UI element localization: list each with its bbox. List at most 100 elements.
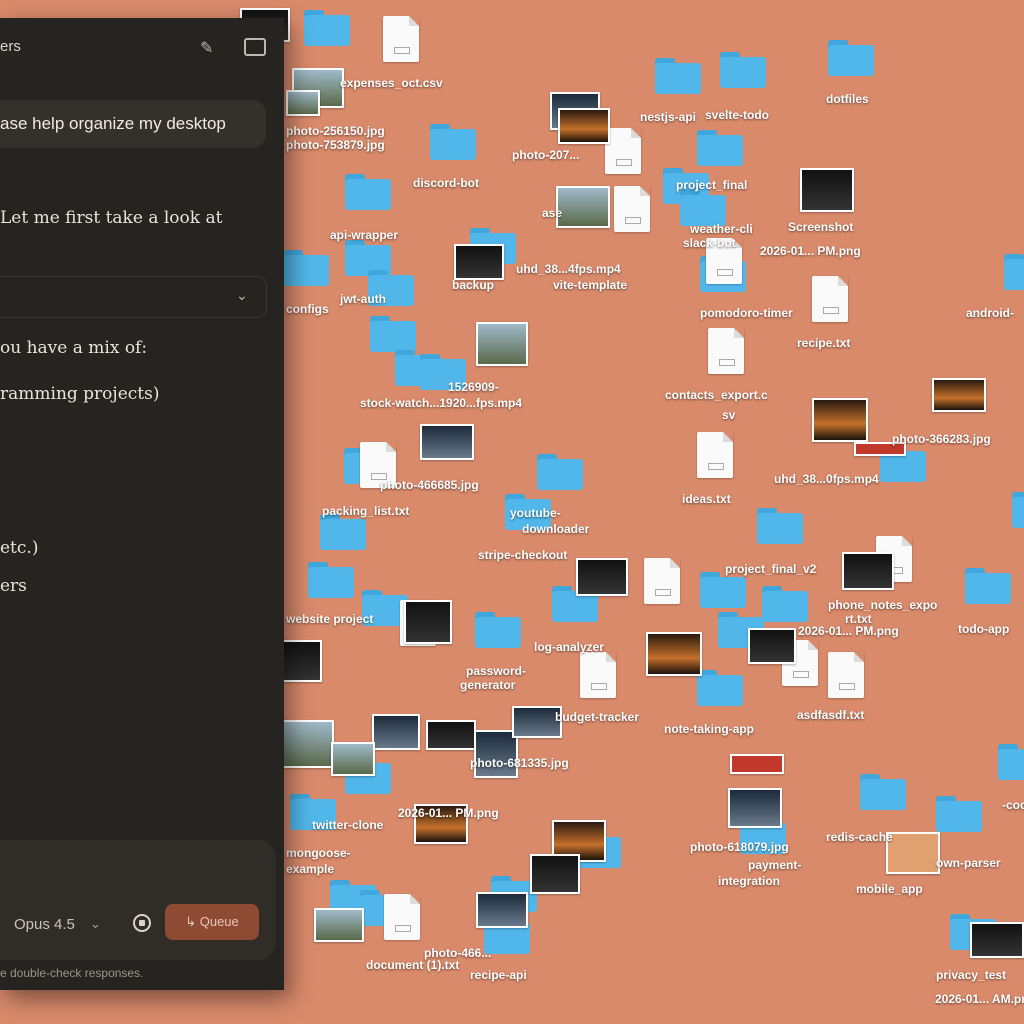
image-thumbnail-icon[interactable] bbox=[748, 628, 796, 664]
chevron-down-icon[interactable]: ⌄ bbox=[236, 287, 248, 304]
desktop-item-label[interactable]: stock-watch...1920...fps.mp4 bbox=[360, 396, 522, 410]
desktop-item-label[interactable]: generator bbox=[460, 678, 515, 692]
desktop-item-label[interactable]: mongoose- bbox=[286, 846, 351, 860]
image-thumbnail-icon[interactable] bbox=[728, 788, 782, 828]
desktop-item-label[interactable]: 2026-01... PM.png bbox=[760, 244, 861, 258]
image-thumbnail-icon[interactable] bbox=[886, 832, 940, 874]
desktop-item-label[interactable]: note-taking-app bbox=[664, 722, 754, 736]
desktop-item-label[interactable]: sv bbox=[722, 408, 735, 422]
desktop-item-label[interactable]: configs bbox=[286, 302, 329, 316]
folder-icon[interactable] bbox=[475, 612, 521, 648]
folder-icon[interactable] bbox=[762, 586, 808, 622]
folder-icon[interactable] bbox=[345, 174, 391, 210]
image-thumbnail-icon[interactable] bbox=[842, 552, 894, 590]
desktop-item-label[interactable]: 2026-01... AM.png bbox=[935, 992, 1024, 1006]
desktop-item-label[interactable]: stripe-checkout bbox=[478, 548, 567, 562]
desktop-item-label[interactable]: api-wrapper bbox=[330, 228, 398, 242]
text-file-icon[interactable] bbox=[708, 328, 744, 374]
folder-icon[interactable] bbox=[430, 124, 476, 160]
desktop-item-label[interactable]: budget-tracker bbox=[555, 710, 639, 724]
folder-icon[interactable] bbox=[965, 568, 1011, 604]
folder-icon[interactable] bbox=[828, 40, 874, 76]
desktop-item-label[interactable]: backup bbox=[452, 278, 494, 292]
desktop-item-label[interactable]: recipe-api bbox=[470, 968, 527, 982]
desktop-item-label[interactable]: discord-bot bbox=[413, 176, 479, 190]
desktop-item-label[interactable]: example bbox=[286, 862, 334, 876]
model-selector[interactable]: Opus 4.5 bbox=[14, 916, 75, 933]
desktop-item-label[interactable]: password- bbox=[466, 664, 526, 678]
folder-icon[interactable] bbox=[370, 316, 416, 352]
image-thumbnail-icon[interactable] bbox=[286, 90, 320, 116]
text-file-icon[interactable] bbox=[828, 652, 864, 698]
folder-icon[interactable] bbox=[697, 130, 743, 166]
composer[interactable]: Opus 4.5 ⌄ ↳ Queue bbox=[0, 840, 276, 960]
folder-icon[interactable] bbox=[1004, 254, 1024, 290]
folder-icon[interactable] bbox=[757, 508, 803, 544]
desktop-item-label[interactable]: photo-256150.jpg bbox=[286, 124, 385, 138]
desktop-item-label[interactable]: svelte-todo bbox=[705, 108, 769, 122]
desktop-item-label[interactable]: integration bbox=[718, 874, 780, 888]
desktop-item-label[interactable]: log-analyzer bbox=[534, 640, 604, 654]
folder-icon[interactable] bbox=[1012, 492, 1024, 528]
desktop-item-label[interactable]: photo-207... bbox=[512, 148, 579, 162]
image-thumbnail-icon[interactable] bbox=[476, 892, 528, 928]
desktop-item-label[interactable]: phone_notes_expo bbox=[828, 598, 937, 612]
desktop-item-label[interactable]: privacy_test bbox=[936, 968, 1006, 982]
desktop-item-label[interactable]: android- bbox=[966, 306, 1014, 320]
text-file-icon[interactable] bbox=[614, 186, 650, 232]
desktop-item-label[interactable]: photo-466685.jpg bbox=[380, 478, 479, 492]
desktop-item-label[interactable]: uhd_38...0fps.mp4 bbox=[774, 472, 879, 486]
image-thumbnail-icon[interactable] bbox=[372, 714, 420, 750]
folder-icon[interactable] bbox=[860, 774, 906, 810]
folder-icon[interactable] bbox=[537, 454, 583, 490]
image-thumbnail-icon[interactable] bbox=[331, 742, 375, 776]
folder-icon[interactable] bbox=[680, 190, 726, 226]
tool-call-collapsible[interactable]: ⌄ bbox=[0, 276, 267, 318]
pin-icon[interactable]: ✎ bbox=[200, 38, 213, 58]
stop-button[interactable] bbox=[133, 914, 151, 932]
folder-icon[interactable] bbox=[655, 58, 701, 94]
image-thumbnail-icon[interactable] bbox=[730, 754, 784, 774]
image-thumbnail-icon[interactable] bbox=[812, 398, 868, 442]
desktop-item-label[interactable]: website project bbox=[286, 612, 373, 626]
folder-icon[interactable] bbox=[304, 10, 350, 46]
desktop-item-label[interactable]: expenses_oct.csv bbox=[340, 76, 443, 90]
chevron-down-icon[interactable]: ⌄ bbox=[90, 916, 101, 932]
text-file-icon[interactable] bbox=[605, 128, 641, 174]
desktop-item-label[interactable]: jwt-auth bbox=[340, 292, 386, 306]
desktop-item-label[interactable]: Screenshot bbox=[788, 220, 853, 234]
desktop-item-label[interactable]: contacts_export.c bbox=[665, 388, 768, 402]
desktop-item-label[interactable]: dotfiles bbox=[826, 92, 869, 106]
folder-icon[interactable] bbox=[308, 562, 354, 598]
text-file-icon[interactable] bbox=[580, 652, 616, 698]
desktop-item-label[interactable]: own-parser bbox=[936, 856, 1001, 870]
desktop-item-label[interactable]: vite-template bbox=[553, 278, 627, 292]
desktop-item-label[interactable]: mobile_app bbox=[856, 882, 923, 896]
text-file-icon[interactable] bbox=[384, 894, 420, 940]
desktop-item-label[interactable]: 2026-01... PM.png bbox=[798, 624, 899, 638]
desktop-item-label[interactable]: downloader bbox=[522, 522, 589, 536]
text-file-icon[interactable] bbox=[383, 16, 419, 62]
desktop-item-label[interactable]: twitter-clone bbox=[312, 818, 383, 832]
desktop-item-label[interactable]: packing_list.txt bbox=[322, 504, 409, 518]
image-thumbnail-icon[interactable] bbox=[476, 322, 528, 366]
image-thumbnail-icon[interactable] bbox=[454, 244, 504, 280]
desktop-item-label[interactable]: uhd_38...4fps.mp4 bbox=[516, 262, 621, 276]
desktop-item-label[interactable]: photo-466... bbox=[424, 946, 491, 960]
desktop-item-label[interactable]: photo-681335.jpg bbox=[470, 756, 569, 770]
desktop-item-label[interactable]: ideas.txt bbox=[682, 492, 731, 506]
folder-icon[interactable] bbox=[720, 52, 766, 88]
text-file-icon[interactable] bbox=[697, 432, 733, 478]
desktop-item-label[interactable]: todo-app bbox=[958, 622, 1009, 636]
folder-icon[interactable] bbox=[998, 744, 1024, 780]
desktop-item-label[interactable]: payment- bbox=[748, 858, 801, 872]
desktop-item-label[interactable]: project_final_v2 bbox=[725, 562, 816, 576]
image-thumbnail-icon[interactable] bbox=[646, 632, 702, 676]
desktop-item-label[interactable]: redis-cache bbox=[826, 830, 893, 844]
desktop-item-label[interactable]: recipe.txt bbox=[797, 336, 850, 350]
image-thumbnail-icon[interactable] bbox=[280, 640, 322, 682]
desktop-item-label[interactable]: photo-618079.jpg bbox=[690, 840, 789, 854]
image-thumbnail-icon[interactable] bbox=[314, 908, 364, 942]
desktop-item-label[interactable]: 2026-01... PM.png bbox=[398, 806, 499, 820]
image-thumbnail-icon[interactable] bbox=[530, 854, 580, 894]
